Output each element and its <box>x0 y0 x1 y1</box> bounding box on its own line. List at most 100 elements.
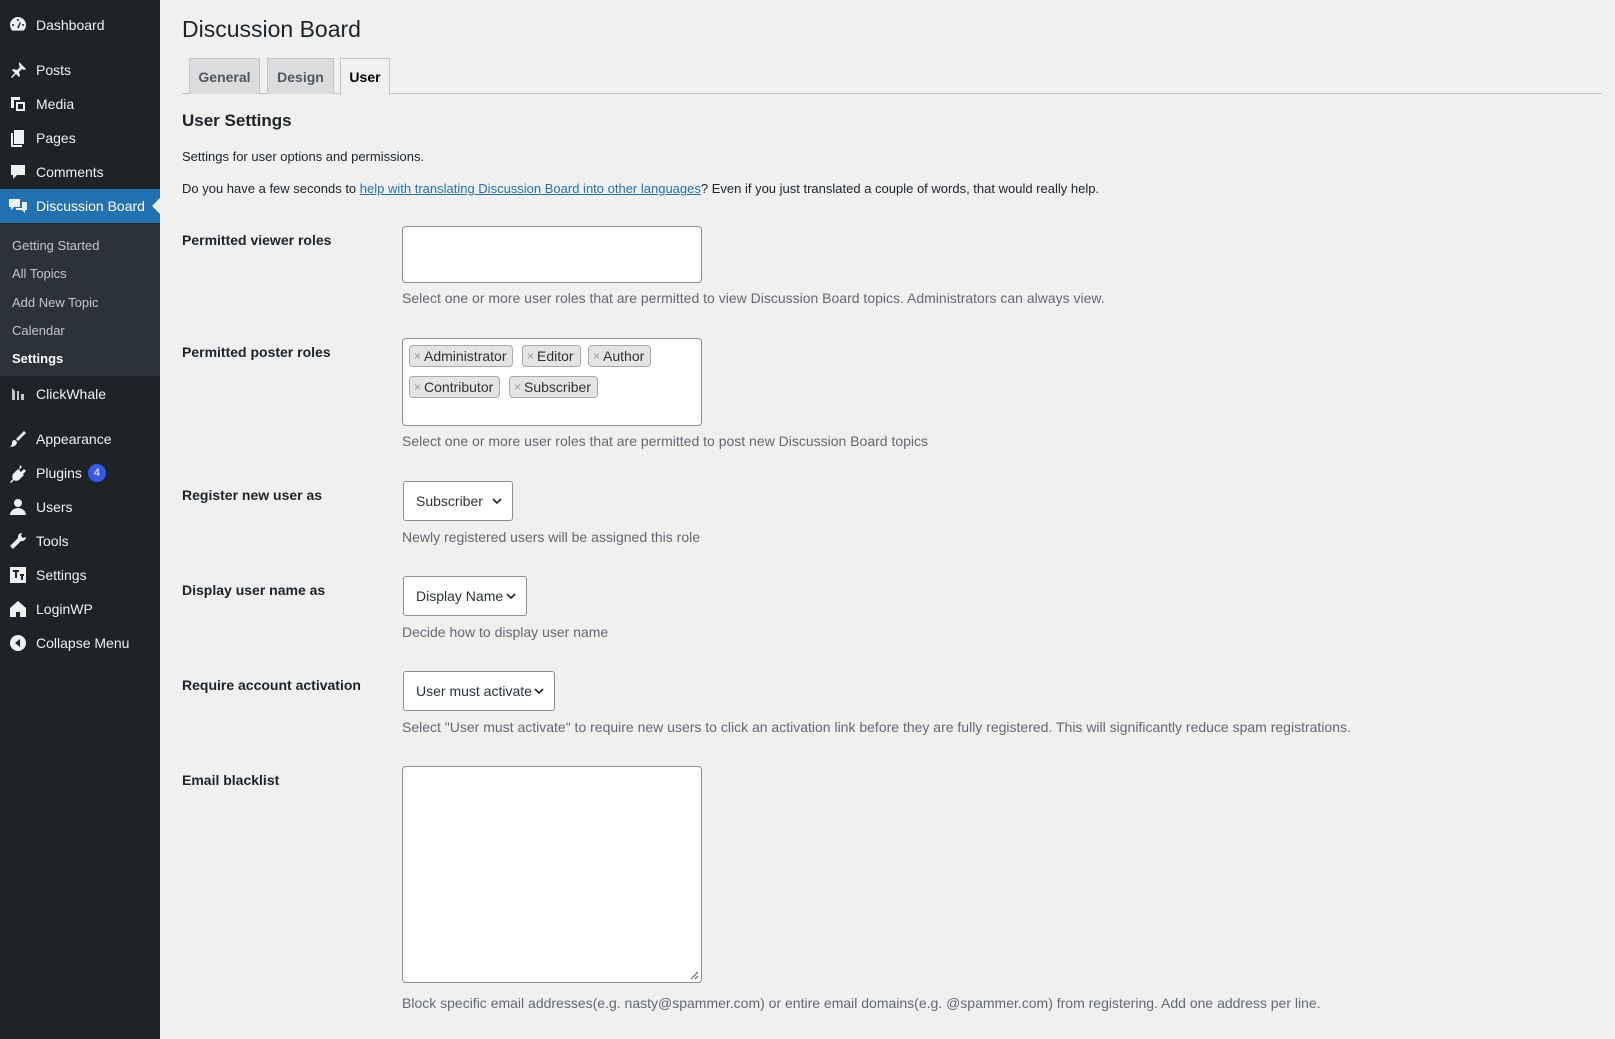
menu-item-label: Appearance <box>36 431 112 447</box>
menu-item-media[interactable]: Media <box>0 87 160 121</box>
translate-prefix: Do you have a few seconds to <box>182 181 360 196</box>
role-chip-label: Subscriber <box>524 379 591 395</box>
display-name-select[interactable]: Display Name <box>403 576 527 616</box>
poster-roles-label: Permitted poster roles <box>182 344 331 360</box>
home-icon <box>0 592 36 626</box>
menu-item-users[interactable]: Users <box>0 490 160 524</box>
viewer-roles-select[interactable] <box>402 226 702 283</box>
poster-roles-select[interactable]: × Administrator × Editor × Author × Cont… <box>402 338 702 426</box>
register-role-description: Newly registered users will be assigned … <box>402 529 701 545</box>
register-role-label: Register new user as <box>182 487 323 503</box>
submenu-item-settings[interactable]: Settings <box>12 345 63 371</box>
plugins-update-badge: 4 <box>87 464 106 482</box>
discussion-board-submenu: Getting Started All Topics Add New Topic… <box>0 224 160 376</box>
pages-icon <box>0 121 36 155</box>
menu-item-clickwhale[interactable]: ClickWhale <box>0 377 160 411</box>
register-role-value: Subscriber <box>416 493 483 509</box>
chip-remove-icon[interactable]: × <box>414 349 421 363</box>
section-title: User Settings <box>182 111 292 130</box>
menu-item-label: Tools <box>36 533 69 549</box>
admin-sidebar: Dashboard Posts Media Pages Comments Dis… <box>0 0 160 1039</box>
chip-remove-icon[interactable]: × <box>527 349 534 363</box>
email-blacklist-textarea[interactable] <box>402 766 702 983</box>
activation-description: Select "User must activate" to require n… <box>402 719 1351 735</box>
menu-item-label: Settings <box>36 567 87 583</box>
chip-remove-icon[interactable]: × <box>593 349 600 363</box>
page-title: Discussion Board <box>182 16 361 42</box>
role-chip-label: Contributor <box>424 379 494 395</box>
menu-item-posts[interactable]: Posts <box>0 53 160 87</box>
menu-item-tools[interactable]: Tools <box>0 524 160 558</box>
submenu-item-all-topics[interactable]: All Topics <box>12 260 67 286</box>
translate-link[interactable]: help with translating Discussion Board i… <box>360 181 701 196</box>
activation-value: User must activate <box>416 683 532 699</box>
menu-item-label: LoginWP <box>36 601 93 617</box>
role-chip: × Editor <box>522 345 581 367</box>
wrench-icon <box>0 524 36 558</box>
translate-notice: Do you have a few seconds to help with t… <box>182 181 1099 196</box>
role-chip: × Administrator <box>409 345 514 367</box>
chevron-down-icon <box>534 688 544 695</box>
viewer-roles-label: Permitted viewer roles <box>182 232 332 248</box>
tabs-divider <box>182 93 1602 94</box>
register-role-select[interactable]: Subscriber <box>403 481 513 521</box>
menu-item-comments[interactable]: Comments <box>0 155 160 189</box>
tab-user[interactable]: User <box>340 58 390 95</box>
discussion-icon <box>0 189 36 223</box>
comments-icon <box>0 155 36 189</box>
activation-label: Require account activation <box>182 677 361 693</box>
role-chip: × Author <box>588 345 652 367</box>
email-blacklist-label: Email blacklist <box>182 772 280 788</box>
section-description: Settings for user options and permission… <box>182 149 425 164</box>
menu-item-label: Media <box>36 96 75 112</box>
menu-item-discussion-board[interactable]: Discussion Board <box>0 189 160 223</box>
role-chip-label: Editor <box>537 348 574 364</box>
display-name-description: Decide how to display user name <box>402 624 609 640</box>
role-chip-label: Author <box>603 348 645 364</box>
menu-item-label: Plugins <box>36 465 82 481</box>
collapse-icon <box>0 626 36 660</box>
role-chip: × Contributor <box>409 376 501 398</box>
chip-remove-icon[interactable]: × <box>514 380 521 394</box>
menu-item-settings[interactable]: Settings <box>0 558 160 592</box>
submenu-item-getting-started[interactable]: Getting Started <box>12 232 99 258</box>
menu-item-label: Dashboard <box>36 17 105 33</box>
submenu-item-calendar[interactable]: Calendar <box>12 317 65 343</box>
plugin-icon <box>0 456 36 490</box>
menu-item-label: Collapse Menu <box>36 635 130 651</box>
activation-select[interactable]: User must activate <box>403 671 555 711</box>
chip-remove-icon[interactable]: × <box>414 380 421 394</box>
viewer-roles-description: Select one or more user roles that are p… <box>402 290 1105 306</box>
menu-item-label: Posts <box>36 62 72 78</box>
menu-item-plugins[interactable]: Plugins 4 <box>0 456 160 490</box>
menu-item-label: Pages <box>36 130 76 146</box>
menu-item-label: Users <box>36 499 73 515</box>
clickwhale-icon <box>0 377 36 411</box>
menu-item-dashboard[interactable]: Dashboard <box>0 8 160 42</box>
role-chip-label: Administrator <box>424 348 507 364</box>
role-chip: × Subscriber <box>509 376 598 398</box>
dashboard-icon <box>0 8 36 42</box>
pushpin-icon <box>0 53 36 87</box>
settings-icon <box>0 558 36 592</box>
menu-item-loginwp[interactable]: LoginWP <box>0 592 160 626</box>
menu-item-appearance[interactable]: Appearance <box>0 422 160 456</box>
menu-item-label: Comments <box>36 164 104 180</box>
email-blacklist-description: Block specific email addresses(e.g. nast… <box>402 995 1321 1011</box>
tab-design[interactable]: Design <box>267 58 334 94</box>
display-name-label: Display user name as <box>182 582 326 598</box>
menu-item-pages[interactable]: Pages <box>0 121 160 155</box>
user-icon <box>0 490 36 524</box>
tab-general[interactable]: General <box>189 58 260 94</box>
chevron-down-icon <box>506 593 516 600</box>
menu-item-label: ClickWhale <box>36 386 107 402</box>
display-name-value: Display Name <box>416 588 504 604</box>
menu-item-label: Discussion Board <box>36 198 145 214</box>
menu-item-collapse[interactable]: Collapse Menu <box>0 626 160 660</box>
media-icon <box>0 87 36 121</box>
resize-grip-icon[interactable] <box>689 970 699 980</box>
brush-icon <box>0 422 36 456</box>
poster-roles-description: Select one or more user roles that are p… <box>402 433 929 449</box>
translate-suffix: ? Even if you just translated a couple o… <box>700 181 1100 196</box>
submenu-item-add-new-topic[interactable]: Add New Topic <box>12 289 98 315</box>
